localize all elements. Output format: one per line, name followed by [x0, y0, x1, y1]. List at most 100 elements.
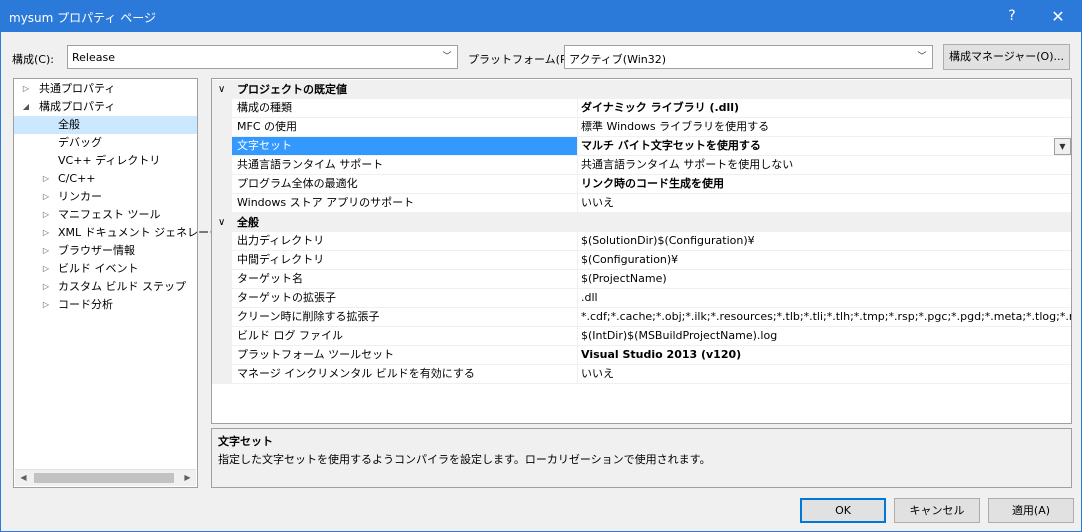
- expand-icon[interactable]: ▷: [41, 224, 51, 242]
- expand-icon[interactable]: ▷: [41, 242, 51, 260]
- property-value[interactable]: 共通言語ランタイム サポートを使用しない: [577, 156, 1071, 175]
- row-gutter: [212, 118, 232, 137]
- property-value[interactable]: いいえ: [577, 365, 1071, 384]
- property-grid: ∨ プロジェクトの既定値 構成の種類 ダイナミック ライブラリ (.dll) M…: [211, 78, 1072, 424]
- platform-combo[interactable]: アクティブ(Win32) ﹀: [564, 45, 933, 69]
- tree-item-debugging[interactable]: デバッグ: [14, 134, 197, 152]
- property-row[interactable]: 中間ディレクトリ $(Configuration)¥: [212, 251, 1071, 270]
- property-name: マネージ インクリメンタル ビルドを有効にする: [232, 365, 577, 384]
- property-name: ターゲット名: [232, 270, 577, 289]
- expand-icon[interactable]: ▷: [41, 260, 51, 278]
- property-value[interactable]: $(IntDir)$(MSBuildProjectName).log: [577, 327, 1071, 346]
- expand-icon[interactable]: ▷: [21, 80, 31, 98]
- tree-item-label: XML ドキュメント ジェネレーター: [58, 226, 232, 239]
- row-gutter: [212, 137, 232, 156]
- property-row[interactable]: ターゲットの拡張子 .dll: [212, 289, 1071, 308]
- category-tree: ▷ 共通プロパティ ◢ 構成プロパティ 全般 デバッグ VC++ ディレクトリ …: [13, 78, 231, 488]
- property-value[interactable]: $(Configuration)¥: [577, 251, 1071, 270]
- property-value[interactable]: ダイナミック ライブラリ (.dll): [577, 99, 1071, 118]
- tree-item-manifest-tool[interactable]: ▷ マニフェスト ツール: [14, 206, 197, 224]
- property-value[interactable]: いいえ: [577, 194, 1071, 213]
- row-gutter: [212, 308, 232, 327]
- help-button[interactable]: ?: [989, 1, 1035, 32]
- tree-item-label: C/C++: [58, 172, 96, 185]
- property-value[interactable]: $(ProjectName): [577, 270, 1071, 289]
- platform-value: アクティブ(Win32): [569, 53, 667, 66]
- property-pages-window: mysum プロパティ ページ ? ✕ 構成(C): Release ﹀ プラッ…: [0, 0, 1082, 532]
- property-name: プラットフォーム ツールセット: [232, 346, 577, 365]
- category-general[interactable]: ∨ 全般: [212, 213, 1071, 232]
- tree-item-label: リンカー: [58, 190, 102, 203]
- config-combo[interactable]: Release ﹀: [67, 45, 458, 69]
- property-row[interactable]: 共通言語ランタイム サポート 共通言語ランタイム サポートを使用しない: [212, 156, 1071, 175]
- tree-item-label: 共通プロパティ: [39, 82, 116, 95]
- property-row[interactable]: MFC の使用 標準 Windows ライブラリを使用する: [212, 118, 1071, 137]
- cancel-button[interactable]: キャンセル: [894, 498, 980, 523]
- property-row[interactable]: ビルド ログ ファイル $(IntDir)$(MSBuildProjectNam…: [212, 327, 1071, 346]
- row-gutter: [212, 156, 232, 175]
- tree-item-browse-info[interactable]: ▷ ブラウザー情報: [14, 242, 197, 260]
- property-value[interactable]: .dll: [577, 289, 1071, 308]
- tree-item-configuration-properties[interactable]: ◢ 構成プロパティ: [14, 98, 197, 116]
- property-row[interactable]: プログラム全体の最適化 リンク時のコード生成を使用: [212, 175, 1071, 194]
- category-project-defaults[interactable]: ∨ プロジェクトの既定値: [212, 80, 1071, 99]
- property-value[interactable]: リンク時のコード生成を使用: [577, 175, 1071, 194]
- property-row[interactable]: 構成の種類 ダイナミック ライブラリ (.dll): [212, 99, 1071, 118]
- property-name: ターゲットの拡張子: [232, 289, 577, 308]
- tree-item-label: ビルド イベント: [58, 262, 139, 275]
- apply-button[interactable]: 適用(A): [988, 498, 1074, 523]
- property-row[interactable]: Windows ストア アプリのサポート いいえ: [212, 194, 1071, 213]
- row-gutter: [212, 365, 232, 384]
- property-row[interactable]: ターゲット名 $(ProjectName): [212, 270, 1071, 289]
- horizontal-scrollbar[interactable]: ◀ ▶: [15, 469, 196, 486]
- property-row[interactable]: プラットフォーム ツールセット Visual Studio 2013 (v120…: [212, 346, 1071, 365]
- row-gutter: [212, 289, 232, 308]
- ok-button[interactable]: OK: [800, 498, 886, 523]
- expand-icon[interactable]: ▷: [41, 170, 51, 188]
- property-name: プログラム全体の最適化: [232, 175, 577, 194]
- description-panel: 文字セット 指定した文字セットを使用するようコンパイラを設定します。ローカリゼー…: [211, 428, 1072, 488]
- expand-icon[interactable]: ▷: [41, 278, 51, 296]
- property-row[interactable]: マネージ インクリメンタル ビルドを有効にする いいえ: [212, 365, 1071, 384]
- description-text: 指定した文字セットを使用するようコンパイラを設定します。ローカリゼーションで使用…: [218, 453, 711, 466]
- chevron-down-icon[interactable]: ∨: [218, 213, 225, 232]
- property-value[interactable]: マルチ バイト文字セットを使用する ▼: [577, 137, 1071, 156]
- dropdown-arrow-icon[interactable]: ▼: [1054, 138, 1071, 155]
- property-value[interactable]: *.cdf;*.cache;*.obj;*.ilk;*.resources;*.…: [577, 308, 1071, 327]
- title-bar[interactable]: mysum プロパティ ページ ? ✕: [1, 1, 1081, 32]
- property-value[interactable]: 標準 Windows ライブラリを使用する: [577, 118, 1071, 137]
- property-row-selected[interactable]: 文字セット マルチ バイト文字セットを使用する ▼: [212, 137, 1071, 156]
- tree-item-vc-directories[interactable]: VC++ ディレクトリ: [14, 152, 197, 170]
- property-row[interactable]: クリーン時に削除する拡張子 *.cdf;*.cache;*.obj;*.ilk;…: [212, 308, 1071, 327]
- chevron-down-icon[interactable]: ∨: [218, 80, 225, 99]
- platform-label: プラットフォーム(P):: [468, 53, 575, 66]
- property-row[interactable]: 出力ディレクトリ $(SolutionDir)$(Configuration)¥: [212, 232, 1071, 251]
- property-name: MFC の使用: [232, 118, 577, 137]
- tree-item-general[interactable]: 全般: [14, 116, 197, 134]
- tree-item-linker[interactable]: ▷ リンカー: [14, 188, 197, 206]
- tree-item-common-properties[interactable]: ▷ 共通プロパティ: [14, 80, 197, 98]
- scroll-left-icon[interactable]: ◀: [15, 470, 32, 486]
- scroll-right-icon[interactable]: ▶: [179, 470, 196, 486]
- expand-icon[interactable]: ▷: [41, 296, 51, 314]
- config-label: 構成(C):: [12, 53, 54, 66]
- config-manager-button[interactable]: 構成マネージャー(O)...: [943, 44, 1070, 70]
- tree-item-xml-doc-generator[interactable]: ▷ XML ドキュメント ジェネレーター: [14, 224, 231, 242]
- tree-item-label: 構成プロパティ: [39, 100, 116, 113]
- scroll-thumb[interactable]: [34, 473, 174, 483]
- expand-icon[interactable]: ▷: [41, 206, 51, 224]
- property-value-text: マルチ バイト文字セットを使用する: [581, 139, 761, 152]
- tree-item-build-events[interactable]: ▷ ビルド イベント: [14, 260, 197, 278]
- tree-item-custom-build-step[interactable]: ▷ カスタム ビルド ステップ: [14, 278, 197, 296]
- property-value[interactable]: $(SolutionDir)$(Configuration)¥: [577, 232, 1071, 251]
- expand-icon[interactable]: ▷: [41, 188, 51, 206]
- collapse-icon[interactable]: ◢: [21, 98, 31, 116]
- tree-item-label: コード分析: [58, 298, 113, 311]
- tree-item-code-analysis[interactable]: ▷ コード分析: [14, 296, 197, 314]
- tree-item-c-cpp[interactable]: ▷ C/C++: [14, 170, 197, 188]
- tree-item-label: デバッグ: [58, 136, 102, 149]
- tree-item-label: カスタム ビルド ステップ: [58, 280, 186, 293]
- close-button[interactable]: ✕: [1035, 1, 1081, 32]
- property-value[interactable]: Visual Studio 2013 (v120): [577, 346, 1071, 365]
- chevron-down-icon: ﹀: [442, 52, 452, 62]
